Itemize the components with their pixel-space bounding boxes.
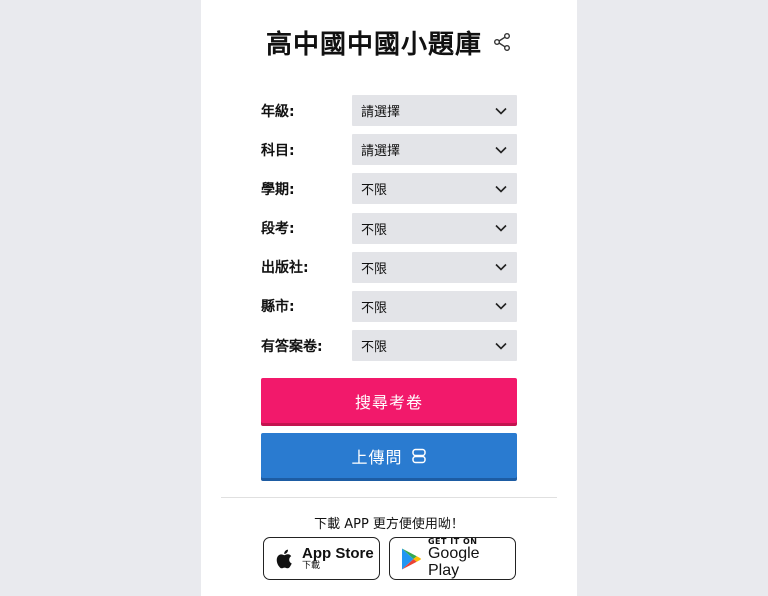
field-subject: 科目: 請選擇 [261, 134, 517, 166]
search-button[interactable]: 搜尋考卷 [261, 378, 517, 423]
chevron-down-icon [495, 146, 507, 154]
upload-button-label: 上傳問 [351, 447, 403, 467]
field-county: 縣市: 不限 [261, 290, 517, 322]
google-play-text: GET IT ON Google Play [427, 537, 515, 580]
field-label: 縣市: [261, 299, 295, 316]
upload-button[interactable]: 上傳問 [261, 433, 517, 478]
field-label: 科目: [261, 142, 295, 159]
field-semester: 學期: 不限 [261, 173, 517, 205]
select-value: 請選擇 [361, 105, 401, 120]
apple-icon [276, 549, 292, 568]
field-label: 段考: [261, 221, 295, 238]
google-play-button[interactable]: GET IT ON Google Play [389, 537, 516, 580]
app-store-text: App Store 下載 [302, 546, 374, 571]
select-value: 不限 [361, 261, 388, 277]
app-store-sub: 下載 [302, 560, 321, 571]
download-app-text: 下載 APP 更方便使用呦！ [314, 517, 464, 532]
semester-select[interactable]: 不限 [352, 173, 517, 205]
divider [221, 497, 557, 498]
chevron-down-icon [495, 107, 507, 115]
field-grade: 年級: 請選擇 [261, 95, 517, 126]
field-label: 年級: [261, 103, 295, 120]
county-select[interactable]: 不限 [352, 290, 517, 322]
chevron-down-icon [495, 342, 507, 350]
field-label: 出版社: [261, 260, 309, 277]
app-store-button[interactable]: App Store 下載 [263, 537, 380, 580]
chevron-down-icon [495, 264, 507, 271]
main-card: 高中國中國小題庫 年級: 請選擇 科目: 請選擇 學期: 不限 段考: 不限 出… [201, 0, 577, 596]
select-value: 不限 [361, 340, 388, 356]
page-title: 高中國中國小題庫 [265, 29, 482, 60]
chevron-down-icon [495, 303, 507, 311]
field-label: 有答案卷: [261, 338, 323, 355]
google-play-name: Google Play [427, 544, 480, 579]
share-icon[interactable] [492, 32, 512, 52]
exam-select[interactable]: 不限 [352, 212, 517, 244]
select-value: 不限 [361, 183, 388, 199]
grade-select[interactable]: 請選擇 [352, 95, 517, 126]
chevron-down-icon [495, 185, 507, 193]
title-row: 高中國中國小題庫 [201, 22, 577, 62]
select-value: 不限 [361, 300, 388, 316]
answer-select[interactable]: 不限 [352, 330, 517, 362]
app-store-name: App Store [302, 544, 374, 562]
chevron-down-icon [495, 224, 507, 232]
google-play-icon [401, 548, 421, 569]
field-label: 學期: [261, 181, 295, 198]
search-button-label: 搜尋考卷 [354, 392, 423, 412]
field-exam: 段考: 不限 [261, 212, 517, 244]
select-value: 不限 [361, 222, 388, 238]
filter-form: 年級: 請選擇 科目: 請選擇 學期: 不限 段考: 不限 出版社: 不限 縣市… [261, 95, 517, 369]
field-publisher: 出版社: 不限 [261, 251, 517, 283]
upload-icon [411, 448, 426, 463]
publisher-select[interactable]: 不限 [352, 251, 517, 283]
subject-select[interactable]: 請選擇 [352, 134, 517, 166]
field-answer: 有答案卷: 不限 [261, 330, 517, 362]
select-value: 請選擇 [361, 144, 401, 160]
